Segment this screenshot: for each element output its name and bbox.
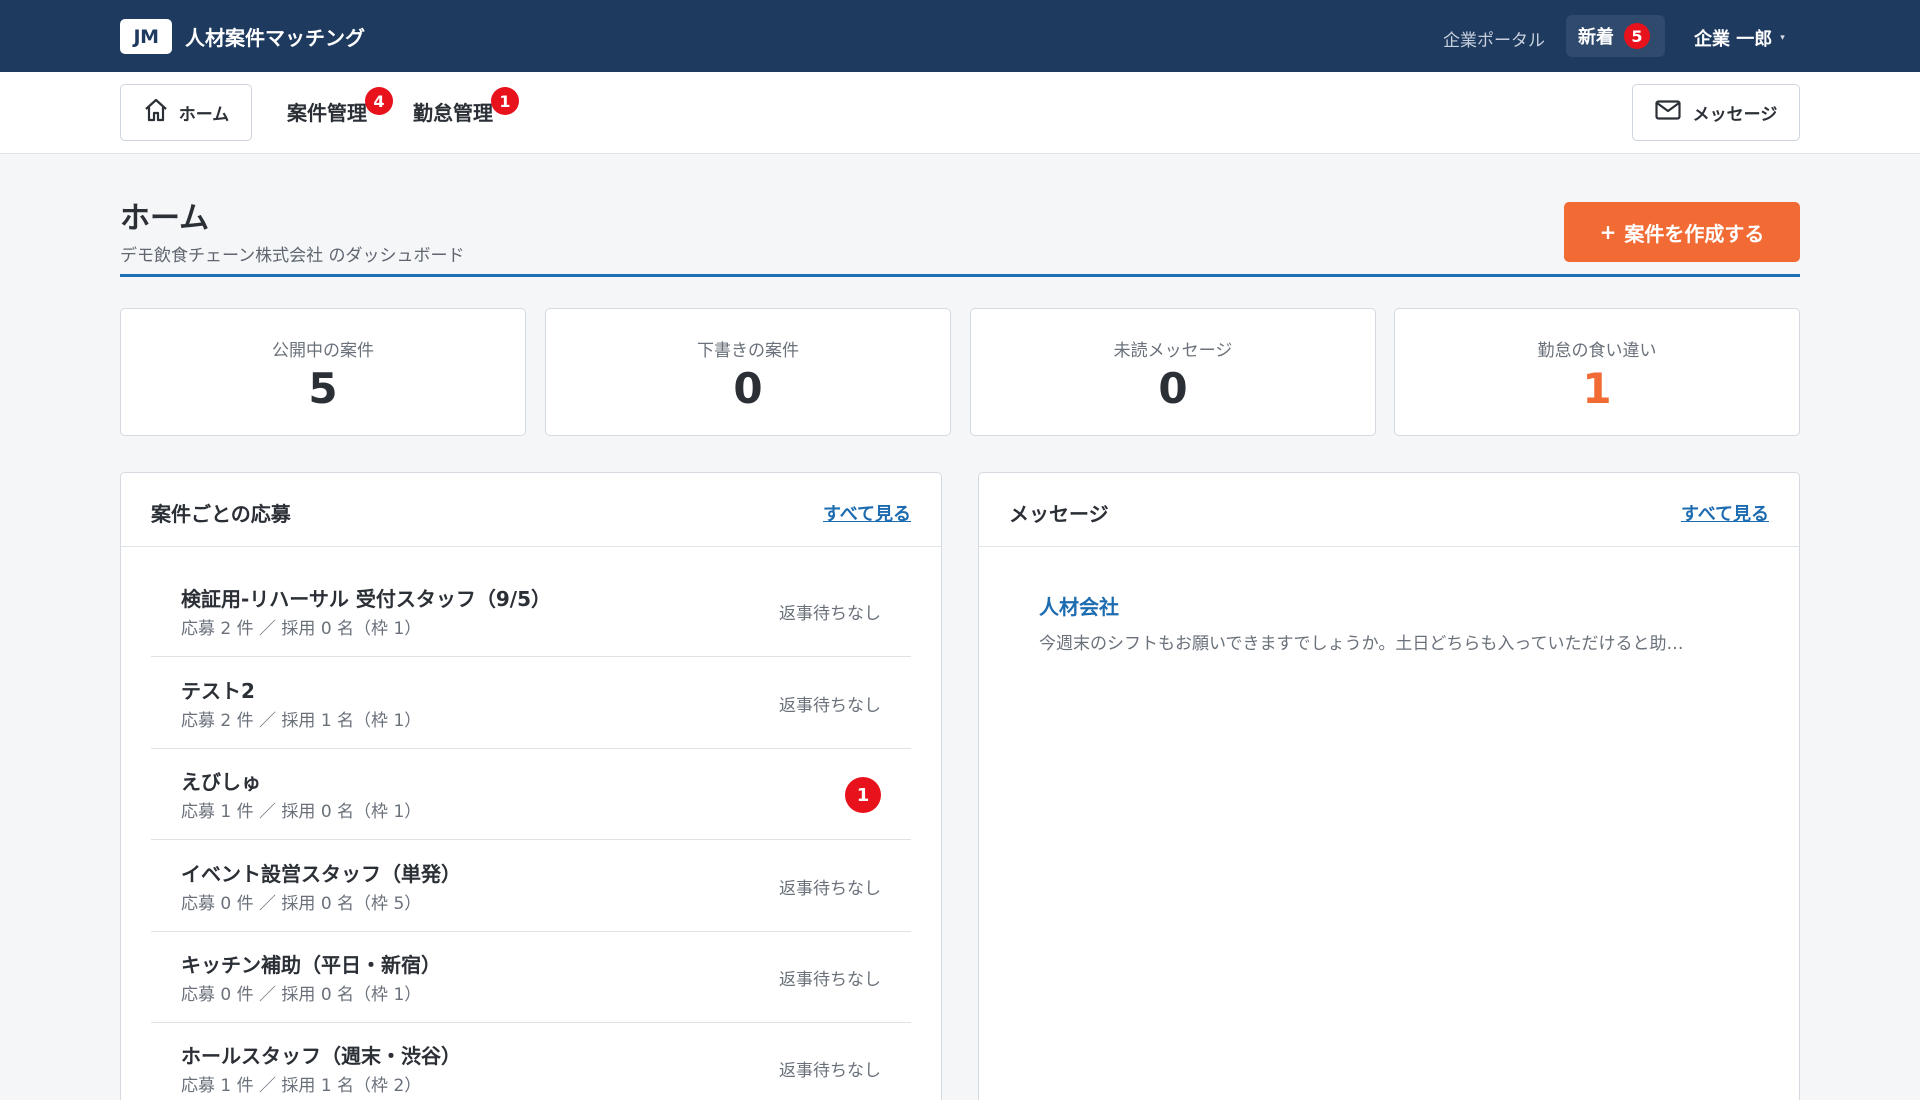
create-job-label: 案件を作成する: [1624, 221, 1765, 246]
tab-attendance-management-label: 勤怠管理: [413, 101, 493, 125]
job-title: 検証用-リハーサル 受付スタッフ（9/5）: [181, 587, 552, 611]
new-notifications-button[interactable]: 新着 5: [1566, 15, 1665, 57]
job-title: えびしゅ: [181, 770, 261, 794]
job-row[interactable]: ホールスタッフ（週末・渋谷） 応募 1 件 ／ 採用 1 名（枠 2） 返事待ち…: [151, 1022, 911, 1100]
job-row[interactable]: えびしゅ 応募 1 件 ／ 採用 0 名（枠 1） 1: [151, 748, 911, 840]
job-meta: 応募 2 件 ／ 採用 0 名（枠 1）: [181, 619, 422, 639]
stat-value: 0: [1158, 364, 1188, 413]
job-status: 返事待ちなし: [779, 879, 881, 899]
user-menu[interactable]: 企業 一郎 ▾: [1694, 25, 1785, 51]
messages-panel-header: メッセージ すべて見る: [979, 473, 1799, 547]
main-nav: ホーム 案件管理 4 勤怠管理 1 メッセージ: [0, 72, 1920, 154]
applications-panel: 案件ごとの応募 すべて見る 検証用-リハーサル 受付スタッフ（9/5） 応募 2…: [120, 472, 942, 1100]
stat-card-published-jobs: 公開中の案件 5: [120, 308, 526, 436]
new-notifications-badge: 5: [1624, 23, 1650, 49]
job-status: 返事待ちなし: [779, 970, 881, 990]
plus-icon: +: [1599, 220, 1617, 244]
stat-label: 未読メッセージ: [1113, 341, 1233, 361]
stat-value: 5: [308, 364, 338, 413]
job-meta: 応募 1 件 ／ 採用 0 名（枠 1）: [181, 802, 422, 822]
message-preview: 今週末のシフトもお願いできますでしょうか。土日どちらも入っていただけると助…: [1039, 634, 1684, 654]
messages-see-all-link[interactable]: すべて見る: [1681, 500, 1769, 526]
page-subtitle: デモ飲食チェーン株式会社 のダッシュボード: [120, 246, 465, 266]
job-title: テスト2: [181, 679, 255, 703]
tab-job-management-badge: 4: [365, 87, 393, 115]
job-status: 返事待ちなし: [779, 1061, 881, 1081]
stat-value: 0: [733, 364, 763, 413]
applications-panel-title: 案件ごとの応募: [151, 502, 291, 526]
title-divider: [120, 274, 1800, 277]
create-job-button[interactable]: + 案件を作成する: [1564, 202, 1800, 262]
top-bar: JM 人材案件マッチング 企業ポータル 新着 5 企業 一郎 ▾: [0, 0, 1920, 72]
messages-button-label: メッセージ: [1692, 105, 1778, 125]
stat-label: 勤怠の食い違い: [1537, 341, 1657, 361]
stat-label: 下書きの案件: [697, 341, 799, 361]
app-title[interactable]: 人材案件マッチング: [185, 22, 365, 51]
job-title: キッチン補助（平日・新宿）: [181, 953, 441, 977]
nav-home-label: ホーム: [178, 105, 230, 125]
job-meta: 応募 0 件 ／ 採用 0 名（枠 5）: [181, 894, 422, 914]
applications-see-all-link[interactable]: すべて見る: [823, 500, 911, 526]
stat-label: 公開中の案件: [272, 341, 374, 361]
app-logo[interactable]: JM: [120, 19, 172, 54]
job-meta: 応募 1 件 ／ 採用 1 名（枠 2）: [181, 1076, 422, 1096]
tab-attendance-management[interactable]: 勤怠管理 1: [413, 87, 519, 126]
job-row[interactable]: 検証用-リハーサル 受付スタッフ（9/5） 応募 2 件 ／ 採用 0 名（枠 …: [151, 565, 911, 657]
job-title: イベント設営スタッフ（単発）: [181, 862, 461, 886]
messages-panel-title: メッセージ: [1009, 502, 1109, 526]
messages-panel: メッセージ すべて見る 人材会社 今週末のシフトもお願いできますでしょうか。土日…: [978, 472, 1800, 1100]
job-row[interactable]: キッチン補助（平日・新宿） 応募 0 件 ／ 採用 0 名（枠 1） 返事待ちな…: [151, 931, 911, 1023]
user-name: 企業 一郎: [1694, 29, 1773, 50]
stat-card-attendance-discrepancies: 勤怠の食い違い 1: [1394, 308, 1800, 436]
job-status: 返事待ちなし: [779, 696, 881, 716]
job-row[interactable]: テスト2 応募 2 件 ／ 採用 1 名（枠 1） 返事待ちなし: [151, 657, 911, 749]
nav-home-button[interactable]: ホーム: [120, 84, 252, 141]
messages-button[interactable]: メッセージ: [1632, 84, 1800, 141]
job-row[interactable]: イベント設営スタッフ（単発） 応募 0 件 ／ 採用 0 名（枠 5） 返事待ち…: [151, 840, 911, 932]
page-title: ホーム: [120, 201, 210, 236]
portal-link[interactable]: 企業ポータル: [1443, 26, 1545, 51]
mail-icon: [1655, 100, 1681, 125]
job-meta: 応募 0 件 ／ 採用 0 名（枠 1）: [181, 985, 422, 1005]
stat-value: 1: [1582, 364, 1612, 413]
stat-card-unread-messages: 未読メッセージ 0: [970, 308, 1376, 436]
stat-card-draft-jobs: 下書きの案件 0: [545, 308, 951, 436]
tab-attendance-management-badge: 1: [491, 87, 519, 115]
tab-job-management-label: 案件管理: [287, 101, 367, 125]
message-item[interactable]: 人材会社 今週末のシフトもお願いできますでしょうか。土日どちらも入っていただける…: [1039, 591, 1759, 654]
home-icon: [143, 98, 169, 127]
job-title: ホールスタッフ（週末・渋谷）: [181, 1044, 461, 1068]
tab-job-management[interactable]: 案件管理 4: [287, 87, 393, 126]
new-notifications-label: 新着: [1578, 27, 1614, 48]
job-status: 返事待ちなし: [779, 604, 881, 624]
job-meta: 応募 2 件 ／ 採用 1 名（枠 1）: [181, 711, 422, 731]
applications-panel-header: 案件ごとの応募 すべて見る: [121, 473, 941, 547]
message-sender: 人材会社: [1039, 595, 1119, 619]
pending-reply-badge: 1: [845, 777, 881, 813]
chevron-down-icon: ▾: [1780, 33, 1785, 43]
